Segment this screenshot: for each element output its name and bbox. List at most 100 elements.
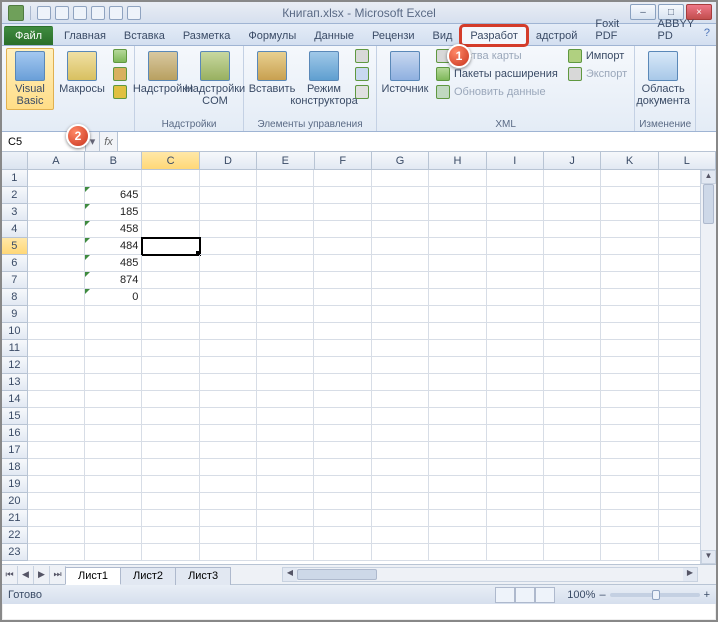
cell[interactable] — [544, 204, 601, 221]
cell[interactable] — [372, 425, 429, 442]
tab-главная[interactable]: Главная — [55, 26, 115, 45]
select-all-corner[interactable] — [2, 152, 28, 169]
cell[interactable] — [314, 459, 371, 476]
cell[interactable] — [372, 289, 429, 306]
cell[interactable] — [544, 374, 601, 391]
cell[interactable] — [314, 357, 371, 374]
row-header[interactable]: 10 — [2, 323, 28, 340]
cell[interactable] — [544, 170, 601, 187]
cell[interactable] — [314, 340, 371, 357]
cell[interactable] — [85, 544, 142, 561]
cell[interactable] — [28, 544, 85, 561]
worksheet-grid[interactable]: ABCDEFGHIJKL 126453185445854846485787480… — [2, 152, 716, 564]
cell[interactable] — [544, 357, 601, 374]
cell[interactable] — [601, 357, 658, 374]
cell[interactable] — [314, 510, 371, 527]
cell[interactable] — [487, 544, 544, 561]
row-header[interactable]: 16 — [2, 425, 28, 442]
sheet-nav-next[interactable]: ▶ — [34, 566, 50, 584]
cell[interactable] — [601, 340, 658, 357]
cell[interactable] — [429, 493, 486, 510]
cell[interactable] — [85, 408, 142, 425]
cell[interactable] — [601, 527, 658, 544]
hscroll-thumb[interactable] — [297, 569, 377, 580]
macro-security-button[interactable] — [110, 84, 130, 100]
cell[interactable] — [200, 340, 257, 357]
cell[interactable] — [372, 408, 429, 425]
record-macro-button[interactable] — [110, 48, 130, 64]
row-header[interactable]: 17 — [2, 442, 28, 459]
cell[interactable] — [314, 323, 371, 340]
cell[interactable] — [28, 493, 85, 510]
zoom-in-button[interactable]: + — [704, 589, 710, 601]
visual-basic-button[interactable]: Visual Basic — [6, 48, 54, 110]
cell[interactable] — [544, 187, 601, 204]
cell[interactable] — [487, 493, 544, 510]
cell[interactable] — [429, 238, 486, 255]
cell[interactable] — [487, 510, 544, 527]
tab-данные[interactable]: Данные — [305, 26, 363, 45]
cell[interactable] — [314, 391, 371, 408]
cell[interactable] — [257, 425, 314, 442]
cell[interactable] — [544, 442, 601, 459]
cell[interactable] — [601, 510, 658, 527]
cell[interactable] — [142, 357, 199, 374]
ribbon-help-icon[interactable]: ? — [704, 27, 710, 39]
formula-input[interactable] — [118, 132, 716, 151]
qat-undo-icon[interactable] — [55, 6, 69, 20]
cell[interactable] — [544, 476, 601, 493]
cell[interactable] — [314, 255, 371, 272]
cell[interactable] — [257, 493, 314, 510]
cell[interactable] — [314, 476, 371, 493]
sheet-tab[interactable]: Лист3 — [175, 567, 231, 585]
cell[interactable] — [85, 357, 142, 374]
cell[interactable] — [314, 374, 371, 391]
row-header[interactable]: 19 — [2, 476, 28, 493]
cell[interactable] — [429, 391, 486, 408]
cell[interactable] — [372, 221, 429, 238]
cell[interactable] — [200, 272, 257, 289]
cell[interactable]: 485 — [85, 255, 142, 272]
tab-адстрой[interactable]: адстрой — [527, 26, 586, 45]
cell[interactable] — [429, 544, 486, 561]
column-header[interactable]: C — [142, 152, 199, 169]
row-header[interactable]: 7 — [2, 272, 28, 289]
column-header[interactable]: I — [487, 152, 544, 169]
qat-redo-icon[interactable] — [73, 6, 87, 20]
cell[interactable] — [314, 204, 371, 221]
cell[interactable] — [544, 459, 601, 476]
cell[interactable] — [257, 391, 314, 408]
insert-control-button[interactable]: Вставить — [248, 48, 296, 98]
com-addins-button[interactable]: Надстройки COM — [191, 48, 239, 110]
cell[interactable]: 645 — [85, 187, 142, 204]
cell[interactable] — [28, 425, 85, 442]
zoom-knob[interactable] — [652, 590, 660, 600]
cell[interactable] — [601, 476, 658, 493]
qat-save-icon[interactable] — [37, 6, 51, 20]
sheet-nav-last[interactable]: ⏭ — [50, 566, 66, 584]
row-header[interactable]: 1 — [2, 170, 28, 187]
row-header[interactable]: 5 — [2, 238, 28, 255]
cell[interactable] — [28, 170, 85, 187]
scroll-down-arrow[interactable]: ▼ — [701, 550, 716, 564]
cell[interactable] — [85, 323, 142, 340]
cell[interactable] — [257, 170, 314, 187]
zoom-level[interactable]: 100% — [567, 589, 595, 601]
cell[interactable] — [372, 204, 429, 221]
cell[interactable] — [200, 476, 257, 493]
expansion-packs-button[interactable]: Пакеты расширения — [433, 66, 561, 82]
cell[interactable] — [601, 221, 658, 238]
cell[interactable] — [372, 357, 429, 374]
cell[interactable] — [314, 306, 371, 323]
qat-dropdown-icon[interactable] — [127, 6, 141, 20]
cell[interactable] — [142, 289, 199, 306]
tab-формулы[interactable]: Формулы — [239, 26, 305, 45]
cell[interactable] — [487, 527, 544, 544]
row-header[interactable]: 23 — [2, 544, 28, 561]
cell[interactable] — [28, 510, 85, 527]
cell[interactable] — [601, 204, 658, 221]
design-mode-button[interactable]: Режим конструктора — [300, 48, 348, 110]
row-header[interactable]: 18 — [2, 459, 28, 476]
cell[interactable] — [429, 459, 486, 476]
cell[interactable] — [544, 323, 601, 340]
